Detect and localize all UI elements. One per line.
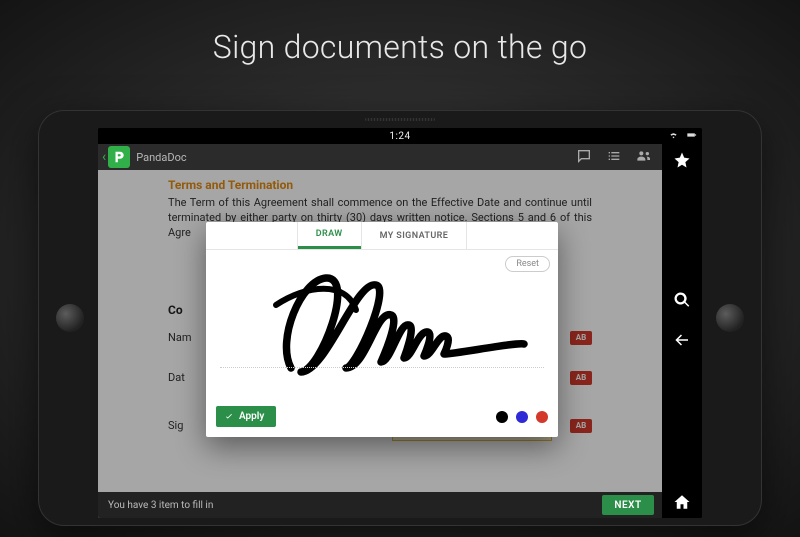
app-header: ‹ PandaDoc bbox=[98, 144, 662, 170]
status-bar: 1:24 bbox=[98, 128, 702, 144]
fill-remaining-message: You have 3 item to fill in bbox=[108, 500, 213, 511]
battery-icon bbox=[685, 130, 698, 143]
app-title: PandaDoc bbox=[136, 151, 576, 164]
speaker-grille bbox=[365, 118, 435, 121]
tab-my-signature[interactable]: MY SIGNATURE bbox=[361, 222, 467, 249]
search-icon[interactable] bbox=[672, 290, 692, 310]
ink-color-picker bbox=[496, 411, 548, 423]
apply-button-label: Apply bbox=[239, 411, 264, 422]
bottom-bar: You have 3 item to fill in NEXT bbox=[98, 492, 662, 518]
wifi-icon bbox=[667, 130, 680, 143]
list-icon[interactable] bbox=[606, 148, 622, 167]
signature-baseline bbox=[220, 367, 544, 368]
star-icon[interactable] bbox=[672, 150, 692, 170]
people-icon[interactable] bbox=[636, 148, 652, 167]
back-arrow-icon[interactable] bbox=[672, 330, 692, 350]
back-button[interactable]: ‹ bbox=[102, 149, 106, 165]
signature-modal: DRAW MY SIGNATURE Reset Apply bbox=[206, 222, 558, 437]
tablet-device-frame: 1:24 ‹ PandaDoc bbox=[38, 110, 762, 526]
side-button-left bbox=[56, 304, 84, 332]
tablet-screen: 1:24 ‹ PandaDoc bbox=[98, 128, 702, 518]
apply-button[interactable]: Apply bbox=[216, 406, 276, 427]
tab-draw[interactable]: DRAW bbox=[298, 222, 361, 249]
next-button[interactable]: NEXT bbox=[602, 495, 654, 515]
signature-canvas[interactable]: Reset bbox=[206, 250, 558, 398]
chat-icon[interactable] bbox=[576, 148, 592, 167]
status-time: 1:24 bbox=[389, 131, 410, 142]
side-button-right bbox=[716, 304, 744, 332]
ink-color-red[interactable] bbox=[536, 411, 548, 423]
system-rail bbox=[662, 144, 702, 518]
ink-color-black[interactable] bbox=[496, 411, 508, 423]
hero-title: Sign documents on the go bbox=[0, 0, 800, 66]
app-logo bbox=[108, 146, 130, 168]
signature-stroke bbox=[206, 250, 558, 398]
ink-color-blue[interactable] bbox=[516, 411, 528, 423]
home-icon[interactable] bbox=[672, 492, 692, 512]
app-viewport: ‹ PandaDoc Terms and Termination The Ter… bbox=[98, 144, 662, 518]
